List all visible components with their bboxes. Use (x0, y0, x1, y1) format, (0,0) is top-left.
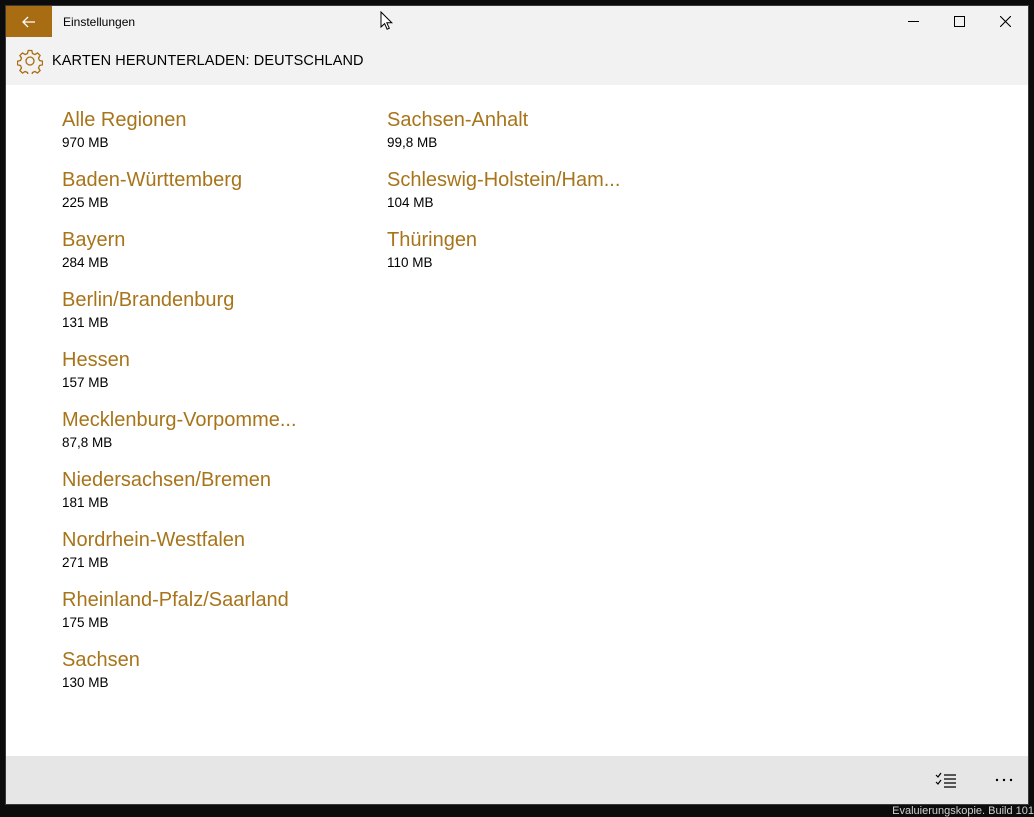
region-name: Thüringen (387, 229, 478, 251)
region-item-berlin-brandenburg[interactable]: Berlin/Brandenburg 131 MB (62, 287, 297, 347)
minimize-icon (907, 21, 919, 22)
app-title: Einstellungen (63, 14, 136, 29)
region-size: 175 MB (62, 615, 109, 630)
region-name: Nordrhein-Westfalen (62, 529, 246, 551)
page-title: KARTEN HERUNTERLADEN: DEUTSCHLAND (52, 53, 364, 69)
region-item-hessen[interactable]: Hessen 157 MB (62, 347, 297, 407)
region-size: 87,8 MB (62, 435, 113, 450)
region-item-rheinland-pfalz-saarland[interactable]: Rheinland-Pfalz/Saarland 175 MB (62, 587, 297, 647)
region-name: Hessen (62, 349, 130, 371)
region-item-mecklenburg-vorpommern[interactable]: Mecklenburg-Vorpomme... 87,8 MB (62, 407, 297, 467)
minimize-button[interactable] (890, 6, 936, 37)
region-name: Berlin/Brandenburg (62, 289, 235, 311)
maximize-button[interactable] (936, 6, 982, 37)
region-size: 99,8 MB (387, 135, 438, 150)
region-size: 970 MB (62, 135, 109, 150)
region-name: Baden-Württemberg (62, 169, 243, 191)
region-name: Sachsen (62, 649, 140, 671)
region-name: Niedersachsen/Bremen (62, 469, 271, 491)
window-controls (890, 6, 1028, 37)
region-size: 130 MB (62, 675, 109, 690)
close-button[interactable] (982, 6, 1028, 37)
mouse-cursor-icon (380, 11, 394, 30)
region-item-bayern[interactable]: Bayern 284 MB (62, 227, 297, 287)
region-name: Sachsen-Anhalt (387, 109, 529, 131)
more-button[interactable] (980, 756, 1028, 804)
title-bar: Einstellungen (6, 6, 1028, 37)
region-size: 131 MB (62, 315, 109, 330)
region-item-alle-regionen[interactable]: Alle Regionen 970 MB (62, 107, 297, 167)
region-column-1: Alle Regionen 970 MB Baden-Württemberg 2… (62, 107, 297, 707)
region-size: 284 MB (62, 255, 109, 270)
select-list-icon (935, 772, 956, 788)
region-item-thueringen[interactable]: Thüringen 110 MB (387, 227, 620, 287)
region-item-sachsen-anhalt[interactable]: Sachsen-Anhalt 99,8 MB (387, 107, 620, 167)
region-item-schleswig-holstein-hamburg[interactable]: Schleswig-Holstein/Ham... 104 MB (387, 167, 620, 227)
evaluation-watermark: Evaluierungskopie. Build 101 (892, 805, 1034, 817)
back-button[interactable] (6, 6, 52, 37)
command-bar (6, 756, 1028, 804)
region-size: 157 MB (62, 375, 109, 390)
region-name: Mecklenburg-Vorpomme... (62, 409, 297, 431)
region-item-nordrhein-westfalen[interactable]: Nordrhein-Westfalen 271 MB (62, 527, 297, 587)
region-item-sachsen[interactable]: Sachsen 130 MB (62, 647, 297, 707)
select-button[interactable] (922, 756, 970, 804)
region-item-baden-wuerttemberg[interactable]: Baden-Württemberg 225 MB (62, 167, 297, 227)
back-arrow-icon (22, 16, 35, 27)
region-size: 225 MB (62, 195, 109, 210)
region-size: 181 MB (62, 495, 109, 510)
maximize-icon (953, 16, 965, 27)
page-header: KARTEN HERUNTERLADEN: DEUTSCHLAND (6, 37, 1028, 85)
region-column-2: Sachsen-Anhalt 99,8 MB Schleswig-Holstei… (387, 107, 620, 287)
region-list: Alle Regionen 970 MB Baden-Württemberg 2… (6, 85, 1028, 756)
region-size: 104 MB (387, 195, 434, 210)
region-size: 271 MB (62, 555, 109, 570)
app-window: Einstellungen KARTEN HERUNTERLADEN: DEUT… (5, 5, 1029, 805)
region-item-niedersachsen-bremen[interactable]: Niedersachsen/Bremen 181 MB (62, 467, 297, 527)
more-icon (995, 778, 1013, 782)
region-name: Bayern (62, 229, 126, 251)
region-size: 110 MB (387, 255, 433, 270)
region-name: Schleswig-Holstein/Ham... (387, 169, 621, 191)
region-name: Rheinland-Pfalz/Saarland (62, 589, 289, 611)
gear-icon (17, 48, 43, 74)
region-name: Alle Regionen (62, 109, 187, 131)
close-icon (999, 16, 1011, 27)
